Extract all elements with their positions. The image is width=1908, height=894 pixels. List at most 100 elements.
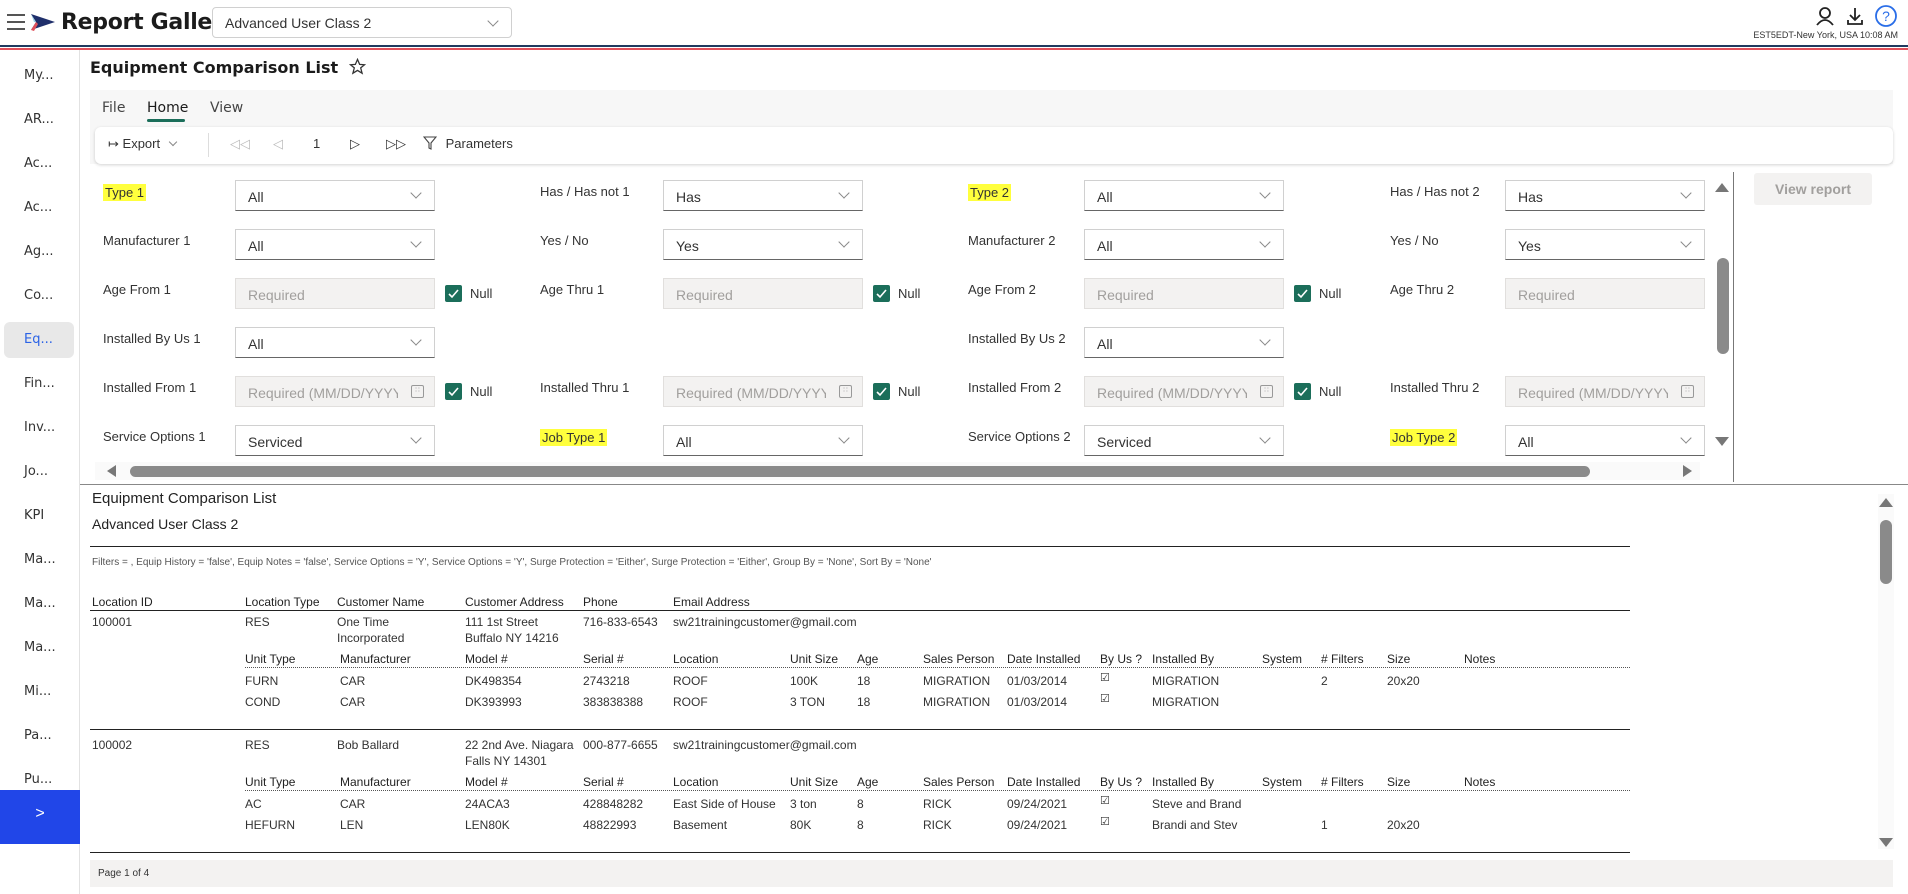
unit-cell: 24ACA3	[465, 797, 510, 811]
parameter-label: Age From 1	[103, 282, 171, 297]
parameters-button[interactable]: Parameters	[422, 136, 513, 151]
hamburger-menu-icon[interactable]	[7, 14, 25, 30]
sidebar-item[interactable]: Ma...	[4, 586, 74, 622]
parameter-text-input[interactable]: Required	[1505, 278, 1705, 309]
report-filters-text: Filters = , Equip History = 'false', Equ…	[92, 557, 932, 568]
sidebar-item[interactable]: Ma...	[4, 630, 74, 666]
parameter-dropdown[interactable]: All	[1084, 180, 1284, 211]
parameter-date-input[interactable]: Required (MM/DD/YYYY) ∷	[1505, 376, 1705, 407]
sidebar-item[interactable]: My...	[4, 58, 74, 94]
dropdown-value: Serviced	[248, 434, 303, 450]
email-address: sw21trainingcustomer@gmail.com	[673, 738, 857, 752]
calendar-icon[interactable]: ∷	[1681, 385, 1694, 398]
favorite-star-icon[interactable]	[348, 57, 367, 75]
sidebar-item[interactable]: Ac...	[4, 146, 74, 182]
null-checkbox[interactable]	[445, 285, 462, 302]
splitter[interactable]	[80, 484, 1908, 485]
sidebar-item[interactable]: Ac...	[4, 190, 74, 226]
parameters-horizontal-scrollbar[interactable]	[95, 462, 1700, 480]
sidebar-expand-button[interactable]: >	[0, 790, 80, 844]
null-checkbox[interactable]	[873, 285, 890, 302]
parameter-label: Type 1	[103, 184, 147, 201]
parameters-vertical-scrollbar[interactable]	[1712, 170, 1732, 455]
current-page-number[interactable]: 1	[313, 136, 320, 151]
sidebar-item[interactable]: KPI	[4, 498, 74, 534]
sidebar-item[interactable]: Pa...	[4, 718, 74, 754]
parameter-dropdown[interactable]: All	[1505, 425, 1705, 456]
scroll-up-icon[interactable]	[1715, 183, 1729, 192]
export-button[interactable]: ↦ Export	[108, 136, 177, 152]
dropdown-value: All	[1097, 336, 1113, 352]
sidebar-item[interactable]: Jo...	[4, 454, 74, 490]
panel-divider	[1733, 172, 1734, 482]
parameter-date-input[interactable]: Required (MM/DD/YYYY) ∷	[235, 376, 435, 407]
unit-column-header: Location	[673, 652, 719, 666]
unit-column-header: # Filters	[1321, 652, 1364, 666]
calendar-icon[interactable]: ∷	[839, 385, 852, 398]
parameter-dropdown[interactable]: All	[1084, 327, 1284, 358]
previous-page-icon[interactable]: ◁	[273, 136, 283, 152]
sidebar-item[interactable]: Eq...	[4, 322, 74, 358]
tab-home[interactable]: Home	[147, 100, 188, 116]
parameter-label: Age Thru 1	[540, 282, 605, 297]
null-checkbox[interactable]	[873, 383, 890, 400]
scroll-down-icon[interactable]	[1879, 838, 1893, 847]
parameter-dropdown[interactable]: Has	[663, 180, 863, 211]
parameter-label: Installed From 2	[968, 380, 1062, 395]
null-checkbox[interactable]	[445, 383, 462, 400]
scroll-down-icon[interactable]	[1715, 437, 1729, 446]
unit-column-header: Date Installed	[1007, 775, 1081, 789]
sidebar-item[interactable]: Ma...	[4, 542, 74, 578]
parameter-date-input[interactable]: Required (MM/DD/YYYY) ∷	[1084, 376, 1284, 407]
sidebar-item[interactable]: Inv...	[4, 410, 74, 446]
unit-column-header: Unit Size	[790, 775, 839, 789]
tab-file[interactable]: File	[102, 100, 125, 116]
null-checkbox[interactable]	[1294, 285, 1311, 302]
parameter-dropdown[interactable]: Serviced	[1084, 425, 1284, 456]
unit-cell: DK498354	[465, 674, 522, 688]
sidebar-item[interactable]: Fin...	[4, 366, 74, 402]
scroll-left-icon[interactable]	[107, 465, 116, 477]
sidebar-item[interactable]: Mi...	[4, 674, 74, 710]
parameter-dropdown[interactable]: Yes	[663, 229, 863, 260]
null-label: Null	[1319, 286, 1342, 301]
parameter-dropdown[interactable]: Yes	[1505, 229, 1705, 260]
calendar-icon[interactable]: ∷	[1260, 385, 1273, 398]
parameter-dropdown[interactable]: All	[235, 180, 435, 211]
report-vertical-scrollbar[interactable]	[1878, 494, 1894, 849]
scroll-right-icon[interactable]	[1683, 465, 1692, 477]
parameter-text-input[interactable]: Required	[235, 278, 435, 309]
next-page-icon[interactable]: ▷	[350, 136, 360, 152]
scroll-thumb[interactable]	[1880, 520, 1892, 584]
chevron-down-icon	[838, 432, 850, 444]
parameter-dropdown[interactable]: All	[235, 327, 435, 358]
dropdown-value: Has	[1518, 189, 1543, 205]
report-selector-dropdown[interactable]: Advanced User Class 2	[212, 7, 512, 38]
scroll-up-icon[interactable]	[1879, 498, 1893, 507]
parameter-dropdown[interactable]: All	[1084, 229, 1284, 260]
scroll-thumb[interactable]	[1717, 258, 1729, 354]
parameter-date-input[interactable]: Required (MM/DD/YYYY) ∷	[663, 376, 863, 407]
parameter-dropdown[interactable]: Has	[1505, 180, 1705, 211]
scroll-thumb[interactable]	[130, 466, 1590, 477]
unit-cell: DK393993	[465, 695, 522, 709]
sidebar-item[interactable]: AR...	[4, 102, 74, 138]
calendar-icon[interactable]: ∷	[411, 385, 424, 398]
parameter-dropdown[interactable]: All	[663, 425, 863, 456]
last-page-icon[interactable]: ▷▷	[386, 136, 406, 152]
dropdown-value: Serviced	[1097, 434, 1152, 450]
tab-view[interactable]: View	[210, 100, 243, 116]
download-icon[interactable]	[1845, 6, 1865, 26]
sidebar-item[interactable]: Ag...	[4, 234, 74, 270]
parameter-text-input[interactable]: Required	[1084, 278, 1284, 309]
parameter-dropdown[interactable]: All	[235, 229, 435, 260]
view-report-button[interactable]: View report	[1754, 173, 1872, 205]
unit-column-header: Notes	[1464, 775, 1496, 789]
null-checkbox[interactable]	[1294, 383, 1311, 400]
parameter-dropdown[interactable]: Serviced	[235, 425, 435, 456]
sidebar-item[interactable]: Co...	[4, 278, 74, 314]
parameter-text-input[interactable]: Required	[663, 278, 863, 309]
first-page-icon[interactable]: ◁◁	[230, 136, 250, 152]
help-icon[interactable]: ?	[1874, 4, 1898, 28]
user-icon[interactable]	[1815, 6, 1835, 26]
